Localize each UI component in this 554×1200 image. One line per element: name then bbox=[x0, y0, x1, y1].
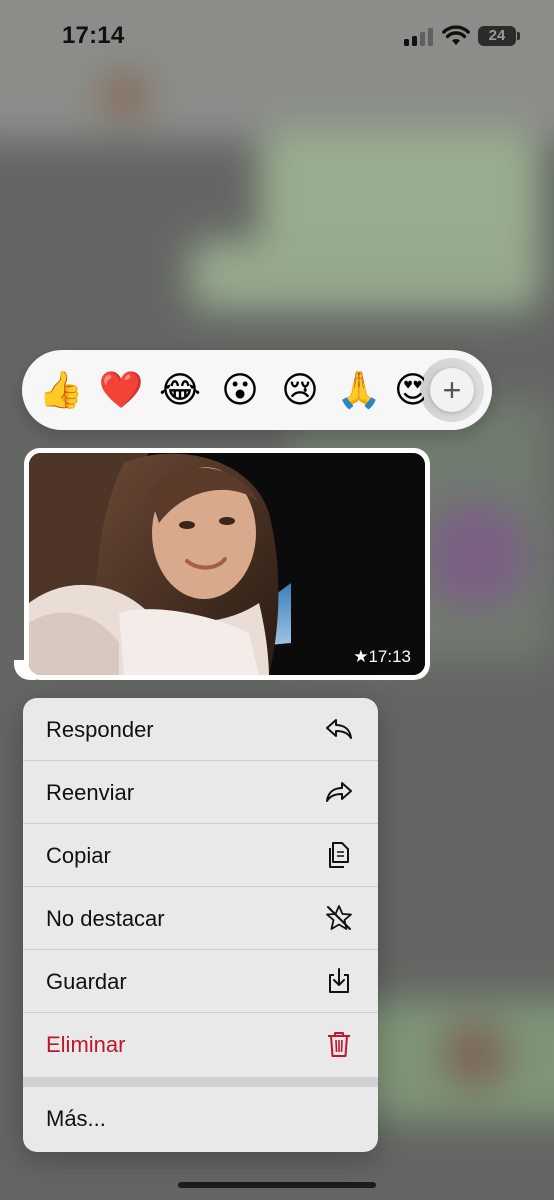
praying-hands-emoji[interactable]: 🙏 bbox=[336, 367, 382, 413]
crying-emoji[interactable]: 😢 bbox=[277, 367, 323, 413]
menu-item-label: Más... bbox=[46, 1106, 106, 1131]
thumbs-up-emoji[interactable]: 👍 bbox=[38, 367, 84, 413]
menu-item-reply[interactable]: Responder bbox=[23, 698, 378, 761]
reaction-bar: 👍 ❤️ 😂 😮 😢 🙏 😍 + bbox=[22, 350, 492, 430]
menu-item-label: Responder bbox=[46, 717, 154, 742]
menu-item-label: Copiar bbox=[46, 843, 111, 868]
menu-item-delete[interactable]: Eliminar bbox=[23, 1013, 378, 1076]
add-reaction-button[interactable]: + bbox=[430, 368, 474, 412]
menu-item-label: Reenviar bbox=[46, 780, 135, 805]
message-bubble[interactable]: ★17:13 bbox=[24, 448, 430, 680]
menu-item-copy[interactable]: Copiar bbox=[23, 824, 378, 887]
cellular-signal-icon bbox=[404, 28, 434, 46]
status-time: 17:14 bbox=[62, 22, 125, 49]
heart-eyes-emoji[interactable]: 😍 bbox=[394, 367, 424, 413]
message-context-menu: Responder Reenviar Copiar No destacar Gu… bbox=[23, 698, 378, 1152]
heart-emoji[interactable]: ❤️ bbox=[98, 367, 144, 413]
message-photo[interactable]: ★17:13 bbox=[29, 453, 425, 675]
wifi-icon bbox=[442, 25, 470, 45]
status-bar: 17:14 24 bbox=[0, 0, 554, 74]
message-timestamp: ★17:13 bbox=[353, 647, 411, 666]
menu-item-unstar[interactable]: No destacar bbox=[23, 887, 378, 950]
reply-icon bbox=[326, 719, 352, 739]
battery-indicator: 24 bbox=[478, 26, 520, 46]
menu-item-label: Eliminar bbox=[46, 1032, 126, 1057]
menu-item-label: Guardar bbox=[46, 969, 127, 994]
menu-item-more[interactable]: Más... bbox=[23, 1087, 378, 1150]
trash-icon bbox=[328, 1032, 350, 1057]
copy-icon bbox=[329, 842, 349, 868]
forward-icon bbox=[326, 782, 352, 802]
menu-item-label: No destacar bbox=[46, 906, 165, 931]
menu-separator bbox=[23, 1077, 378, 1087]
surprised-emoji[interactable]: 😮 bbox=[217, 367, 263, 413]
menu-item-save[interactable]: Guardar bbox=[23, 950, 378, 1013]
save-download-icon bbox=[329, 968, 349, 993]
unstar-icon bbox=[326, 905, 352, 930]
selfie-photo-illustration bbox=[29, 453, 425, 675]
home-indicator[interactable] bbox=[178, 1182, 376, 1188]
menu-item-forward[interactable]: Reenviar bbox=[23, 761, 378, 824]
laughing-emoji[interactable]: 😂 bbox=[157, 367, 203, 413]
